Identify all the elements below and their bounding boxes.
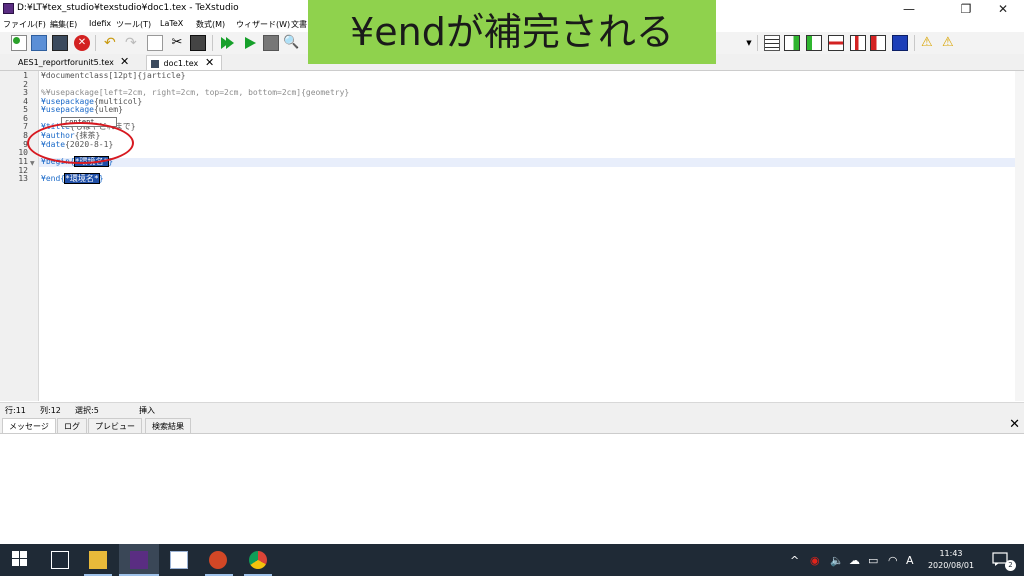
- copy-icon[interactable]: [147, 35, 163, 51]
- end-keyword: ¥end: [41, 174, 61, 183]
- clock-time: 11:43: [939, 549, 963, 558]
- code-line: ¥usepackage{ulem}: [41, 105, 123, 115]
- menu-idefix[interactable]: Idefix: [89, 19, 111, 28]
- caption-banner: ¥endが補完される: [308, 0, 716, 64]
- tab-preview[interactable]: プレビュー: [88, 418, 142, 433]
- fold-arrow-icon[interactable]: ▼: [30, 160, 35, 167]
- current-line-highlight: [39, 158, 1024, 167]
- tab-aes1-report[interactable]: AES1_reportforunit5.tex ✕: [14, 55, 138, 70]
- undo-icon[interactable]: ↶: [104, 35, 120, 51]
- onedrive-icon[interactable]: ☁: [849, 554, 860, 567]
- align-columns-icon[interactable]: [892, 35, 908, 51]
- remove-row-icon[interactable]: [828, 35, 844, 51]
- tray-chevron-icon[interactable]: ^: [790, 554, 799, 567]
- close-file-icon[interactable]: ✕: [74, 35, 90, 51]
- output-panel-tabs: メッセージ ログ プレビュー 検索結果 ✕: [0, 417, 1024, 434]
- annotation-circle: [27, 122, 134, 164]
- volume-icon[interactable]: 🔈: [830, 554, 844, 567]
- menu-document[interactable]: 文書: [291, 19, 307, 30]
- tab-label: doc1.tex: [163, 59, 199, 68]
- tab-close-icon[interactable]: ✕: [205, 56, 214, 70]
- add-column-icon[interactable]: [784, 35, 800, 51]
- file-explorer-icon[interactable]: [89, 551, 107, 569]
- menu-math[interactable]: 数式(M): [196, 19, 225, 30]
- remove-column-icon[interactable]: [850, 35, 866, 51]
- table-icon[interactable]: [764, 35, 780, 51]
- status-column: 列:12: [40, 406, 61, 415]
- line-number-gutter: 1 2 3 4 5 6 7 8 9 10 11 ▼ 12 13: [0, 71, 39, 401]
- code-editor[interactable]: 1 2 3 4 5 6 7 8 9 10 11 ▼ 12 13 ¥documen…: [0, 71, 1024, 401]
- document-taskbar-icon[interactable]: [170, 551, 188, 569]
- view-search-icon[interactable]: 🔍: [283, 35, 299, 51]
- panel-close-icon[interactable]: ✕: [1009, 417, 1020, 432]
- texstudio-app-icon: [3, 3, 14, 14]
- clock-date: 2020/08/01: [927, 561, 975, 570]
- line-number: 13: [18, 174, 28, 183]
- redo-icon[interactable]: ↷: [125, 35, 141, 51]
- wifi-icon[interactable]: ◠: [888, 554, 898, 567]
- tab-close-icon[interactable]: ✕: [120, 55, 129, 69]
- windows-start-icon[interactable]: [12, 551, 30, 569]
- brace-close: }: [98, 174, 104, 183]
- chrome-icon[interactable]: [249, 551, 267, 569]
- battery-icon[interactable]: ▭: [868, 554, 878, 567]
- powerpoint-icon[interactable]: [209, 551, 227, 569]
- ime-indicator[interactable]: A: [906, 554, 914, 567]
- delete-column-icon[interactable]: [870, 35, 886, 51]
- insert-column-icon[interactable]: [806, 35, 822, 51]
- build-and-view-icon[interactable]: [219, 35, 235, 51]
- menu-latex[interactable]: LaTeX: [160, 19, 183, 28]
- tab-doc1[interactable]: doc1.tex ✕: [146, 55, 222, 70]
- status-insert-mode: 挿入: [139, 406, 155, 415]
- code-line-end: ¥end{*環境名*}: [41, 173, 104, 184]
- menu-tools[interactable]: ツール(T): [116, 19, 151, 30]
- windows-taskbar: ^ ◉ 🔈 ☁ ▭ ◠ A 11:43 2020/08/01 2: [0, 544, 1024, 576]
- antivirus-icon[interactable]: ◉: [810, 554, 820, 567]
- status-selection: 選択:5: [75, 406, 99, 415]
- tab-log[interactable]: ログ: [57, 418, 87, 433]
- taskbar-clock[interactable]: 11:43 2020/08/01: [924, 548, 978, 572]
- minimize-button[interactable]: —: [886, 0, 932, 18]
- output-panel: [0, 434, 1024, 544]
- save-icon[interactable]: [52, 35, 68, 51]
- tab-search-results[interactable]: 検索結果: [145, 418, 191, 433]
- compile-icon[interactable]: [242, 35, 258, 51]
- status-bar: 行:11 列:12 選択:5 挿入: [0, 402, 1024, 417]
- new-file-icon[interactable]: [11, 35, 27, 51]
- code-text: ¥documentclass[12pt]{jarticle}: [41, 71, 186, 80]
- notification-count-badge: 2: [1005, 560, 1016, 571]
- open-file-icon[interactable]: [31, 35, 47, 51]
- texstudio-taskbar-icon[interactable]: [130, 551, 148, 569]
- tab-messages[interactable]: メッセージ: [2, 418, 56, 433]
- notification-icon[interactable]: 2: [992, 552, 1016, 571]
- window-title: D:¥LT¥tex_studio¥texstudio¥doc1.tex - Te…: [17, 3, 239, 13]
- close-window-button[interactable]: ✕: [980, 0, 1024, 18]
- comment-text: %¥usepackage[left=2cm, right=2cm, top=2c…: [41, 88, 350, 97]
- status-row: 行:11: [5, 406, 26, 415]
- dropdown-arrow-icon[interactable]: ▼: [741, 35, 757, 51]
- task-view-icon[interactable]: [51, 551, 69, 569]
- selected-placeholder[interactable]: *環境名*: [64, 173, 100, 184]
- stop-icon[interactable]: [263, 35, 279, 51]
- tab-label: AES1_reportforunit5.tex: [18, 58, 114, 67]
- menu-file[interactable]: ファイル(F): [3, 19, 46, 30]
- menu-edit[interactable]: 編集(E): [50, 19, 77, 30]
- warning-icon[interactable]: ⚠: [921, 35, 937, 51]
- cut-icon[interactable]: ✂: [169, 35, 185, 51]
- paste-icon[interactable]: [190, 35, 206, 51]
- code-line: ¥documentclass[12pt]{jarticle}: [41, 71, 186, 81]
- command-argument: {ulem}: [93, 105, 123, 114]
- save-icon: [151, 59, 159, 68]
- vertical-scrollbar[interactable]: [1015, 71, 1024, 401]
- menu-wizard[interactable]: ウィザード(W): [236, 19, 290, 30]
- next-warning-icon[interactable]: ⚠: [942, 35, 958, 51]
- command-keyword: ¥usepackage: [41, 105, 94, 114]
